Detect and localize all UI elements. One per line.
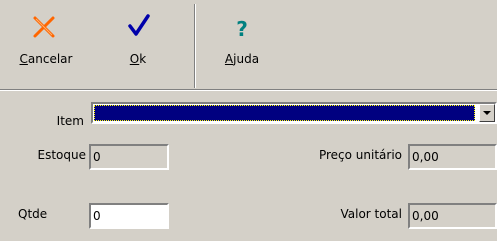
item-select-value bbox=[94, 105, 475, 121]
help-button-label: Ajuda bbox=[224, 52, 260, 66]
question-icon: ? bbox=[212, 6, 272, 46]
toolbar-separator bbox=[194, 4, 196, 88]
cancel-button-label: Cancelar bbox=[19, 52, 73, 66]
preco-unitario-label: Preço unitário bbox=[318, 148, 402, 162]
estoque-label: Estoque bbox=[37, 148, 87, 162]
svg-text:?: ? bbox=[236, 17, 248, 41]
ok-button-label: Ok bbox=[129, 52, 147, 66]
chevron-down-icon[interactable] bbox=[479, 104, 495, 122]
qtde-label: Qtde bbox=[18, 207, 48, 221]
checkmark-icon bbox=[108, 6, 168, 46]
valor-total-field: 0,00 bbox=[408, 203, 497, 229]
help-button[interactable]: ? Ajuda bbox=[212, 6, 272, 82]
estoque-field: 0 bbox=[89, 144, 169, 170]
preco-unitario-field: 0,00 bbox=[408, 144, 497, 170]
toolbar-divider bbox=[0, 89, 497, 91]
valor-total-label: Valor total bbox=[340, 207, 403, 221]
ok-button[interactable]: Ok bbox=[108, 6, 168, 82]
toolbar: Cancelar Ok ? Ajuda bbox=[0, 0, 497, 92]
cancel-button[interactable]: Cancelar bbox=[4, 6, 88, 82]
item-form: Item Estoque 0 Preço unitário 0,00 Qtde … bbox=[0, 92, 497, 241]
item-label: Item bbox=[56, 114, 84, 128]
item-select[interactable] bbox=[91, 102, 497, 124]
x-icon bbox=[4, 6, 88, 46]
qtde-field[interactable]: 0 bbox=[89, 203, 169, 229]
